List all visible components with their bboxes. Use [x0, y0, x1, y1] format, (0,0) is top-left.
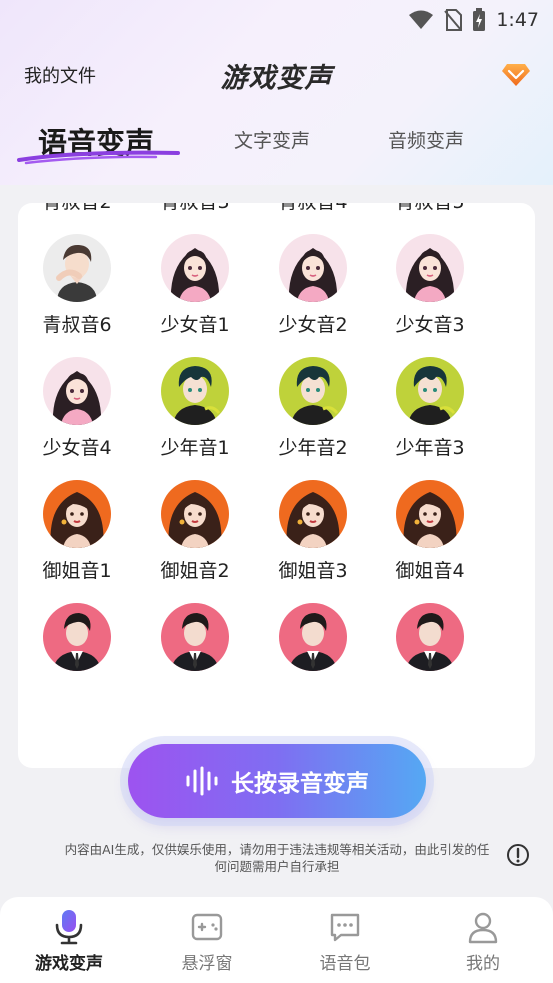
voice-label: 少女音1 [160, 314, 230, 336]
voice-item[interactable]: 少女音4 [18, 357, 136, 467]
hold-to-record-button[interactable]: 长按录音变声 [128, 744, 426, 818]
voice-list-card[interactable]: 青叔音2 青叔音3 青叔音4 青叔音5 [18, 203, 535, 768]
nav-label: 悬浮窗 [181, 954, 233, 974]
record-button-label: 长按录音变声 [231, 771, 369, 797]
voice-item[interactable]: 少女音2 [254, 234, 372, 344]
voice-item[interactable] [18, 603, 136, 713]
active-tab-underline [17, 150, 180, 165]
voice-label: 御姐音4 [395, 560, 465, 582]
voice-label: 青叔音2 [18, 203, 136, 214]
voice-label: 少女音2 [278, 314, 348, 336]
battery-icon [473, 8, 486, 31]
chat-bubble-icon [330, 913, 360, 942]
voice-item[interactable]: 御姐音3 [254, 480, 372, 590]
voice-label: 少年音3 [395, 437, 465, 459]
nav-label: 语音包 [319, 954, 371, 974]
nav-label: 游戏变声 [35, 954, 103, 974]
voice-label: 少年音2 [278, 437, 348, 459]
nav-item-voice-pack[interactable]: 语音包 [276, 897, 414, 983]
voice-label: 御姐音3 [278, 560, 348, 582]
voice-avatar [43, 357, 111, 425]
voice-item[interactable]: 青叔音6 [18, 234, 136, 344]
voice-avatar [279, 234, 347, 302]
tab-text-change[interactable]: 文字变声 [234, 126, 310, 153]
voice-label: 青叔音6 [42, 314, 112, 336]
voice-item[interactable] [136, 603, 254, 713]
status-time: 1:47 [496, 9, 539, 31]
voice-avatar [161, 357, 229, 425]
voice-item[interactable]: 少年音3 [371, 357, 489, 467]
voice-item[interactable]: 青叔音2 [18, 203, 136, 221]
voice-avatar [279, 480, 347, 548]
app-header: 我的文件 游戏变声 [0, 50, 553, 98]
voice-avatar [279, 603, 347, 671]
voice-label: 御姐音2 [160, 560, 230, 582]
mode-tabs: 语音变声 文字变声 音频变声 [0, 112, 553, 172]
voice-label: 少女音3 [395, 314, 465, 336]
nav-item-floating-window[interactable]: 悬浮窗 [138, 897, 276, 983]
voice-item[interactable]: 青叔音4 [254, 203, 372, 221]
voice-item[interactable]: 少女音1 [136, 234, 254, 344]
voice-item[interactable] [371, 603, 489, 713]
voice-avatar [396, 480, 464, 548]
tab-audio-change[interactable]: 音频变声 [388, 126, 464, 153]
voice-avatar [161, 480, 229, 548]
voice-label: 御姐音1 [42, 560, 112, 582]
voice-item[interactable]: 青叔音3 [136, 203, 254, 221]
wifi-icon [409, 10, 434, 29]
voice-item[interactable]: 少女音3 [371, 234, 489, 344]
ai-disclaimer: 内容由AI生成，仅供娱乐使用，请勿用于违法违规等相关活动，由此引发的任何问题需用… [64, 842, 490, 874]
microphone-icon [55, 910, 83, 945]
voice-item[interactable]: 御姐音2 [136, 480, 254, 590]
diamond-icon[interactable] [501, 58, 531, 88]
voice-label: 少年音1 [160, 437, 230, 459]
waveform-icon [186, 766, 218, 796]
voice-item[interactable]: 少年音1 [136, 357, 254, 467]
voice-avatar [43, 603, 111, 671]
voice-avatar [396, 603, 464, 671]
voice-label: 青叔音3 [136, 203, 254, 214]
user-icon [468, 912, 498, 944]
voice-label: 青叔音5 [371, 203, 489, 214]
voice-avatar [43, 234, 111, 302]
voice-avatar [43, 480, 111, 548]
voice-avatar [396, 357, 464, 425]
nav-label: 我的 [466, 954, 500, 974]
page-title: 游戏变声 [220, 63, 333, 94]
voice-avatar [161, 603, 229, 671]
nav-item-profile[interactable]: 我的 [414, 897, 552, 983]
voice-label: 青叔音4 [254, 203, 372, 214]
voice-item[interactable]: 青叔音5 [371, 203, 489, 221]
voice-item[interactable]: 御姐音4 [371, 480, 489, 590]
no-sim-icon [444, 9, 463, 31]
voice-label: 少女音4 [42, 437, 112, 459]
voice-avatar [396, 234, 464, 302]
nav-item-game-voice[interactable]: 游戏变声 [0, 897, 138, 983]
voice-avatar [279, 357, 347, 425]
voice-item[interactable]: 御姐音1 [18, 480, 136, 590]
voice-item[interactable] [254, 603, 372, 713]
gamepad-icon [191, 913, 223, 941]
voice-avatar [161, 234, 229, 302]
status-bar: 1:47 [0, 0, 553, 40]
voice-item[interactable]: 少年音2 [254, 357, 372, 467]
bottom-nav: 游戏变声 悬浮窗 语音包 我的 [0, 897, 553, 983]
warning-info-icon[interactable] [506, 843, 530, 867]
